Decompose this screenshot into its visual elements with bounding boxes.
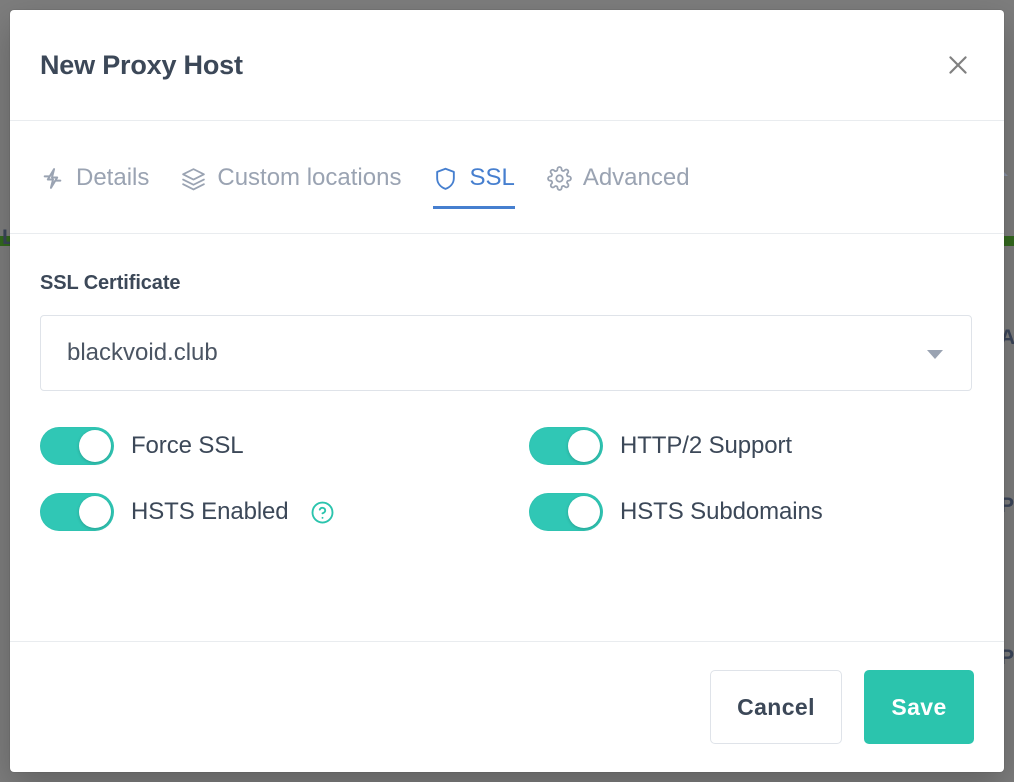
hsts-subdomains-row: HSTS Subdomains: [529, 493, 974, 531]
close-icon: [945, 52, 971, 78]
new-proxy-host-dialog: New Proxy Host Details Custom locations …: [10, 10, 1004, 772]
tab-active-indicator: [433, 206, 515, 209]
ssl-certificate-label: SSL Certificate: [40, 272, 181, 294]
chevron-down-icon: [927, 350, 943, 359]
hsts-enabled-row: HSTS Enabled: [40, 493, 529, 531]
page-root: L A P P New Proxy Host Details Custom lo…: [0, 0, 1014, 782]
cancel-button[interactable]: Cancel: [710, 670, 842, 744]
toggle-knob: [568, 496, 600, 528]
http2-support-row: HTTP/2 Support: [529, 427, 974, 465]
http2-support-label: HTTP/2 Support: [620, 432, 793, 459]
tabs-underline-track: [10, 233, 1004, 234]
http2-support-toggle[interactable]: [529, 427, 603, 465]
bolt-icon: [40, 166, 65, 191]
tab-ssl-label: SSL: [469, 164, 515, 191]
tab-custom-locations[interactable]: Custom locations: [181, 147, 401, 209]
toggle-knob: [568, 430, 600, 462]
dialog-footer: Cancel Save: [10, 642, 1004, 772]
shield-icon: [433, 166, 458, 191]
dialog-header: New Proxy Host: [10, 10, 1004, 120]
layers-icon: [181, 166, 206, 191]
save-button[interactable]: Save: [864, 670, 974, 744]
tab-details[interactable]: Details: [40, 147, 149, 209]
page-title: New Proxy Host: [40, 49, 243, 80]
hsts-subdomains-toggle[interactable]: [529, 493, 603, 531]
close-button[interactable]: [942, 49, 974, 81]
tab-ssl[interactable]: SSL: [433, 147, 515, 209]
tab-advanced-label: Advanced: [582, 164, 690, 191]
gear-icon: [546, 165, 572, 191]
ssl-certificate-value: blackvoid.club: [67, 339, 218, 366]
force-ssl-row: Force SSL: [40, 427, 529, 465]
ssl-certificate-select[interactable]: blackvoid.club: [40, 315, 972, 391]
toggle-knob: [79, 430, 111, 462]
force-ssl-toggle[interactable]: [40, 427, 114, 465]
ssl-options-grid: Force SSL HTTP/2 Support HSTS Enabled HS…: [40, 427, 974, 531]
help-circle-icon[interactable]: [310, 500, 335, 525]
tab-details-label: Details: [76, 164, 150, 191]
tab-advanced[interactable]: Advanced: [546, 147, 690, 209]
toggle-knob: [79, 496, 111, 528]
force-ssl-label: Force SSL: [131, 432, 244, 459]
ssl-panel: SSL Certificate blackvoid.club Force SSL: [10, 234, 1004, 641]
hsts-enabled-label: HSTS Enabled: [131, 498, 289, 525]
hsts-enabled-toggle[interactable]: [40, 493, 114, 531]
dialog-tabs: Details Custom locations SSL Advanced: [10, 121, 1004, 234]
hsts-subdomains-label: HSTS Subdomains: [620, 498, 823, 525]
tab-custom-locations-label: Custom locations: [217, 164, 402, 191]
